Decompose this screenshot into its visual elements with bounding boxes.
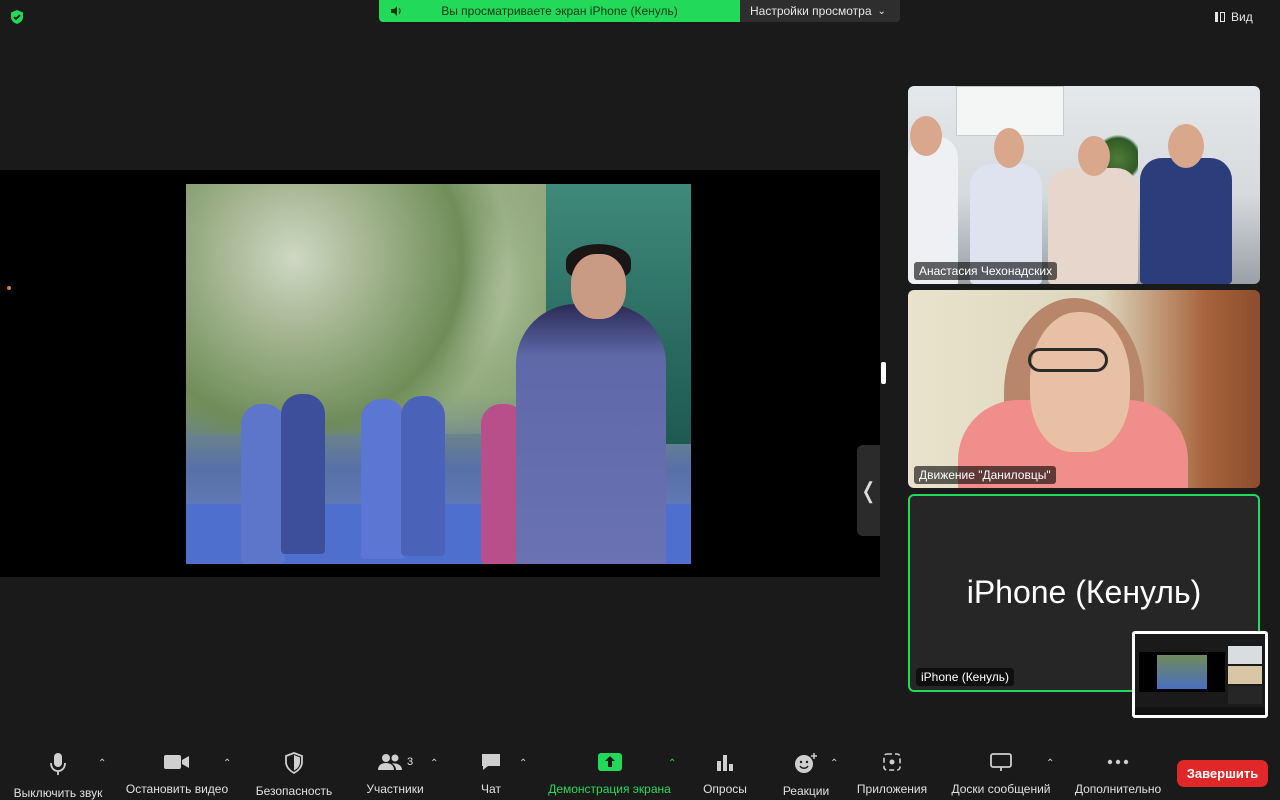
participant-tile[interactable]: Движение "Даниловцы" (908, 290, 1260, 488)
stop-video-label: Остановить видео (125, 782, 229, 796)
splitter-handle[interactable] (881, 362, 886, 384)
shared-video-frame (186, 184, 691, 564)
chevron-down-icon: ⌄ (877, 5, 886, 17)
security-button[interactable]: Безопасность (253, 752, 335, 798)
share-screen-icon (597, 752, 623, 772)
more-dots-icon (1107, 752, 1129, 772)
polls-button[interactable]: Опросы (700, 752, 750, 796)
participant-name: Анастасия Чехонадских (914, 262, 1058, 280)
more-label: Дополнительно (1074, 782, 1162, 796)
security-label: Безопасность (255, 784, 333, 798)
view-settings-button[interactable]: Настройки просмотра ⌄ (740, 0, 900, 22)
speaker-icon[interactable] (389, 4, 403, 18)
reactions-options-caret-icon[interactable]: ⌃ (830, 758, 838, 769)
microphone-icon (49, 752, 67, 776)
chat-button[interactable]: Чат (474, 752, 508, 796)
participants-options-caret-icon[interactable]: ⌃ (430, 758, 438, 769)
view-button[interactable]: Вид (1215, 6, 1269, 28)
participants-label: Участники (366, 782, 424, 796)
mute-button[interactable]: Выключить звук (10, 752, 106, 800)
participant-name: iPhone (Кенуль) (916, 668, 1014, 686)
bar-chart-icon (715, 752, 735, 772)
participant-name: Движение "Даниловцы" (914, 466, 1056, 484)
meeting-toolbar: Выключить звук ⌃ Остановить видео ⌃ Безо… (0, 746, 1280, 800)
chevron-left-icon: ❬ (859, 477, 878, 503)
indicator-dot (7, 286, 11, 290)
chat-bubble-icon (480, 752, 502, 772)
view-settings-label: Настройки просмотра (750, 4, 872, 18)
whiteboards-options-caret-icon[interactable]: ⌃ (1046, 758, 1054, 769)
apps-button[interactable]: Приложения (854, 752, 930, 796)
encryption-shield-icon[interactable] (9, 9, 25, 25)
participants-button[interactable]: 3 Участники (364, 752, 426, 796)
apps-icon (882, 752, 902, 772)
participants-count: 3 (406, 756, 414, 768)
video-options-caret-icon[interactable]: ⌃ (223, 758, 231, 769)
share-options-caret-icon[interactable]: ⌃ (668, 758, 676, 769)
reactions-button[interactable]: Реакции (779, 752, 833, 798)
participants-icon: 3 (377, 752, 413, 772)
polls-label: Опросы (703, 782, 747, 796)
security-shield-icon (284, 752, 304, 774)
participant-big-name: iPhone (Кенуль) (966, 574, 1202, 610)
apps-label: Приложения (856, 782, 928, 796)
whiteboard-icon (989, 752, 1013, 772)
participant-tile[interactable]: Анастасия Чехонадских (908, 86, 1260, 284)
self-view-preview[interactable] (1132, 631, 1268, 718)
more-button[interactable]: Дополнительно (1071, 752, 1165, 796)
screen-share-banner: Вы просматриваете экран iPhone (Кенуль) (379, 0, 740, 22)
video-camera-icon (164, 752, 190, 772)
shared-screen[interactable] (0, 170, 880, 577)
emoji-add-icon (794, 752, 818, 774)
share-screen-label: Демонстрация экрана (548, 782, 671, 796)
mute-label: Выключить звук (13, 786, 103, 800)
whiteboards-label: Доски сообщений (951, 782, 1051, 796)
audio-options-caret-icon[interactable]: ⌃ (98, 758, 106, 769)
view-label: Вид (1231, 10, 1253, 24)
collapse-gallery-button[interactable]: ❬ (857, 445, 880, 536)
stop-video-button[interactable]: Остановить видео (123, 752, 231, 796)
whiteboards-button[interactable]: Доски сообщений (947, 752, 1055, 796)
layout-grid-icon (1215, 12, 1225, 22)
end-meeting-button[interactable]: Завершить (1177, 760, 1268, 787)
chat-options-caret-icon[interactable]: ⌃ (519, 758, 527, 769)
share-banner-text: Вы просматриваете экран iPhone (Кенуль) (441, 4, 678, 18)
reactions-label: Реакции (782, 784, 830, 798)
chat-label: Чат (481, 782, 501, 796)
share-screen-button[interactable]: Демонстрация экрана (543, 752, 676, 796)
